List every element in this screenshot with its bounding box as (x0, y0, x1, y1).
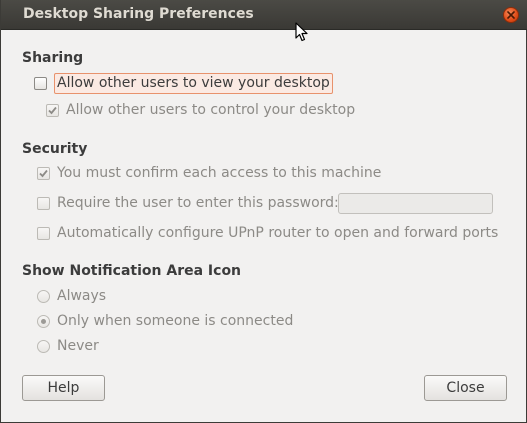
password-field[interactable] (338, 193, 493, 214)
close-window-button[interactable] (503, 7, 519, 23)
notify-connected-label: Only when someone is connected (57, 313, 294, 329)
checkmark-icon (48, 106, 57, 114)
notification-heading: Show Notification Area Icon (22, 263, 242, 279)
require-password-row[interactable]: Require the user to enter this password: (37, 192, 339, 214)
allow-view-row[interactable]: Allow other users to view your desktop (34, 72, 333, 94)
require-password-label: Require the user to enter this password: (57, 195, 339, 211)
checkmark-icon (39, 169, 48, 177)
sharing-heading: Sharing (22, 50, 84, 66)
notify-never-row[interactable]: Never (37, 335, 99, 357)
allow-control-label: Allow other users to control your deskto… (66, 102, 356, 118)
notify-always-row[interactable]: Always (37, 285, 106, 307)
allow-control-checkbox[interactable] (46, 103, 59, 117)
allow-view-label[interactable]: Allow other users to view your desktop (54, 72, 333, 94)
notify-never-label: Never (57, 338, 99, 354)
notify-connected-row[interactable]: Only when someone is connected (37, 310, 293, 332)
confirm-access-checkbox[interactable] (37, 166, 50, 180)
mouse-cursor-icon (295, 22, 308, 42)
notify-always-label: Always (57, 288, 107, 304)
notify-never-radio[interactable] (37, 339, 50, 353)
title-bar[interactable]: Desktop Sharing Preferences (1, 0, 527, 30)
confirm-access-label: You must confirm each access to this mac… (57, 165, 382, 181)
close-button[interactable]: Close (424, 375, 507, 401)
upnp-checkbox[interactable] (37, 226, 50, 240)
security-heading: Security (22, 141, 88, 157)
notify-connected-radio[interactable] (37, 314, 50, 328)
upnp-row[interactable]: Automatically configure UPnP router to o… (37, 222, 498, 244)
confirm-access-row[interactable]: You must confirm each access to this mac… (37, 162, 381, 184)
preferences-window: Desktop Sharing Preferences Sharing Allo… (0, 0, 527, 423)
notify-always-radio[interactable] (37, 289, 50, 303)
close-icon (507, 11, 515, 19)
radio-selected-dot (41, 318, 46, 324)
window-title: Desktop Sharing Preferences (23, 6, 254, 22)
require-password-checkbox[interactable] (37, 196, 50, 210)
allow-control-row[interactable]: Allow other users to control your deskto… (46, 99, 355, 121)
help-button[interactable]: Help (22, 375, 105, 401)
upnp-label: Automatically configure UPnP router to o… (57, 225, 499, 241)
allow-view-checkbox[interactable] (34, 76, 47, 90)
